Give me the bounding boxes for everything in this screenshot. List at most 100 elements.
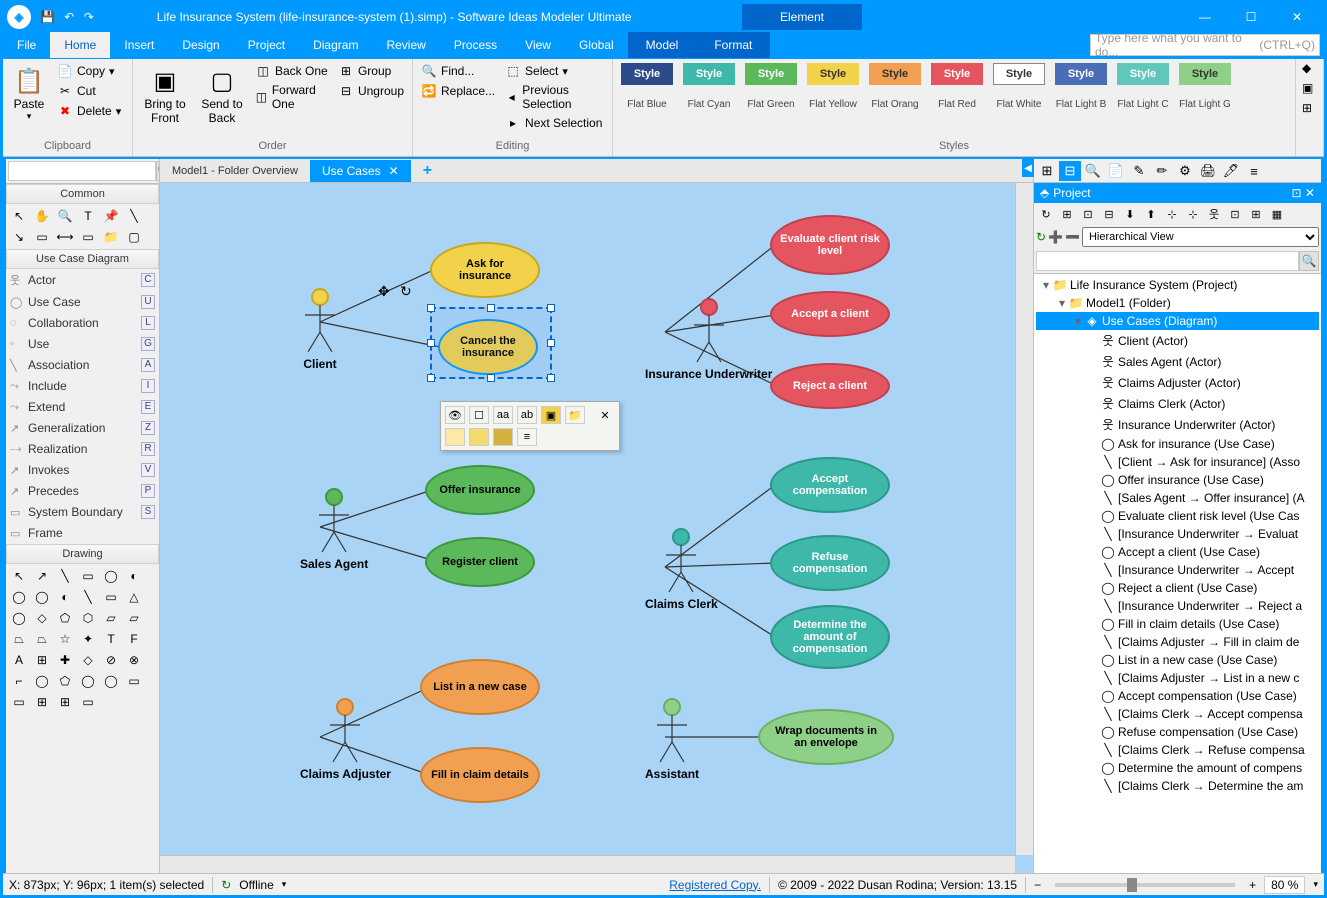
tree-node[interactable]: 웃Sales Agent (Actor) — [1036, 351, 1319, 372]
zoom-slider[interactable] — [1055, 883, 1235, 887]
tree-node[interactable]: ╲[Claims Clerk → Accept compensa — [1036, 705, 1319, 723]
rt-icon-8[interactable]: 🖨 — [1197, 161, 1219, 181]
pointer-tool-icon[interactable]: ↖ — [8, 206, 30, 226]
ribbon-tool-2-icon[interactable]: ▣ — [1302, 81, 1313, 95]
actor-sales-agent[interactable]: Sales Agent — [300, 487, 368, 571]
prev-selection-button[interactable]: ◂Previous Selection — [503, 81, 606, 113]
usecase-ask-for-insurance[interactable]: Ask for insurance — [430, 242, 540, 298]
dim-tool-icon[interactable]: ⟷ — [54, 227, 76, 247]
toolbox-actor[interactable]: 웃ActorC — [6, 269, 159, 292]
tab-model-overview[interactable]: Model1 - Folder Overview — [160, 161, 310, 181]
toolbox-include[interactable]: ⤳IncludeI — [6, 376, 159, 397]
usecase-accept-a-client[interactable]: Accept a client — [770, 291, 890, 337]
style-flat-light-b[interactable]: Style — [1055, 63, 1107, 85]
toolbox-use[interactable]: ◦UseG — [6, 334, 159, 355]
toolbox-precedes[interactable]: ↗PrecedesP — [6, 481, 159, 502]
cut-button[interactable]: ✂Cut — [55, 81, 123, 101]
actor-claims-adjuster[interactable]: Claims Adjuster — [300, 697, 391, 781]
usecase-register-client[interactable]: Register client — [425, 537, 535, 587]
zoom-in-icon[interactable]: + — [1249, 878, 1256, 892]
style-flat-red[interactable]: Style — [931, 63, 983, 85]
usecase-list-in-a-new-case[interactable]: List in a new case — [420, 659, 540, 715]
tree-node[interactable]: ▾◈Use Cases (Diagram) — [1036, 312, 1319, 330]
delete-button[interactable]: ✖Delete ▾ — [55, 101, 123, 121]
draw-arrow-icon[interactable]: ↖ — [8, 566, 30, 586]
rt-icon-1[interactable]: ⊞ — [1036, 161, 1058, 181]
toolbox-generalization[interactable]: ↗GeneralizationZ — [6, 418, 159, 439]
tree-node[interactable]: ╲[Insurance Underwriter → Evaluat — [1036, 525, 1319, 543]
replace-button[interactable]: 🔁Replace... — [419, 81, 497, 101]
style-flat-blue[interactable]: Style — [621, 63, 673, 85]
tree-node[interactable]: ◯List in a new case (Use Case) — [1036, 651, 1319, 669]
remove-icon[interactable]: ➖ — [1065, 230, 1080, 244]
usecase-offer-insurance[interactable]: Offer insurance — [425, 465, 535, 515]
paste-button[interactable]: 📋Paste▾ — [9, 61, 49, 126]
move-icon[interactable]: ✥ — [378, 283, 390, 300]
rt-icon-2[interactable]: ⊟ — [1059, 161, 1081, 181]
usecase-reject-a-client[interactable]: Reject a client — [770, 363, 890, 409]
label-tool-icon[interactable]: ▭ — [31, 227, 53, 247]
tree-node[interactable]: ◯Evaluate client risk level (Use Cas — [1036, 507, 1319, 525]
maximize-button[interactable]: ☐ — [1228, 3, 1274, 31]
usecase-evaluate-client-risk-level[interactable]: Evaluate client risk level — [770, 215, 890, 275]
tree-node[interactable]: 웃Claims Adjuster (Actor) — [1036, 372, 1319, 393]
ctx-swatch-2[interactable] — [469, 428, 489, 446]
tree-node[interactable]: ╲[Claims Clerk → Refuse compensa — [1036, 741, 1319, 759]
collapse-right-icon[interactable]: ◀ — [1022, 159, 1034, 177]
ctx-lines-icon[interactable]: ≡ — [517, 428, 537, 446]
pin-tool-icon[interactable]: 📌 — [100, 206, 122, 226]
toolbox-search[interactable] — [8, 161, 156, 181]
toolbox-use-case[interactable]: ◯Use CaseU — [6, 292, 159, 313]
select-button[interactable]: ⬚Select ▾ — [503, 61, 606, 81]
minimize-button[interactable]: — — [1182, 3, 1228, 31]
back-one-button[interactable]: ◫Back One — [253, 61, 330, 81]
tree-node[interactable]: ◯Fill in claim details (Use Case) — [1036, 615, 1319, 633]
ctx-color-icon[interactable]: ▣ — [541, 406, 561, 424]
rt-icon-4[interactable]: 📄 — [1105, 161, 1127, 181]
close-button[interactable]: ✕ — [1274, 3, 1320, 31]
menu-view[interactable]: View — [511, 32, 565, 58]
ctx-swatch-1[interactable] — [445, 428, 465, 446]
ungroup-button[interactable]: ⊟Ungroup — [336, 81, 406, 101]
tree-node[interactable]: ╲[Client → Ask for insurance] (Asso — [1036, 453, 1319, 471]
menu-global[interactable]: Global — [565, 32, 628, 58]
tree-node[interactable]: ◯Reject a client (Use Case) — [1036, 579, 1319, 597]
ctx-close-icon[interactable]: ✕ — [595, 406, 615, 424]
hand-tool-icon[interactable]: ✋ — [31, 206, 53, 226]
zoom-tool-icon[interactable]: 🔍 — [54, 206, 76, 226]
toolbox-frame[interactable]: ▭Frame — [6, 523, 159, 544]
ctx-txt2-icon[interactable]: ab — [517, 406, 537, 424]
forward-one-button[interactable]: ◫Forward One — [253, 81, 330, 113]
usecase-wrap-documents-in-an-envelope[interactable]: Wrap documents in an envelope — [758, 709, 894, 765]
view-mode-select[interactable]: Hierarchical View — [1082, 227, 1319, 247]
usecase-header[interactable]: Use Case Diagram — [6, 249, 159, 269]
project-search-icon[interactable]: 🔍 — [1299, 251, 1319, 271]
menu-diagram[interactable]: Diagram — [299, 32, 372, 58]
project-search[interactable] — [1036, 251, 1299, 271]
usecase-refuse-compensation[interactable]: Refuse compensation — [770, 535, 890, 591]
tree-node[interactable]: ╲[Insurance Underwriter → Accept — [1036, 561, 1319, 579]
usecase-fill-in-claim-details[interactable]: Fill in claim details — [420, 747, 540, 803]
toolbox-association[interactable]: ╲AssociationA — [6, 355, 159, 376]
note-tool-icon[interactable]: ▢ — [123, 227, 145, 247]
line-tool-icon[interactable]: ╲ — [123, 206, 145, 226]
style-flat-yellow[interactable]: Style — [807, 63, 859, 85]
ctx-text-icon[interactable]: aa — [493, 406, 513, 424]
close-tab-icon[interactable]: ✕ — [389, 164, 399, 178]
bring-to-front-button[interactable]: ▣Bring to Front — [139, 61, 191, 129]
project-panel-header[interactable]: ⬘Project⊡ ✕ — [1034, 183, 1321, 203]
toolbox-invokes[interactable]: ↗InvokesV — [6, 460, 159, 481]
next-selection-button[interactable]: ▸Next Selection — [503, 113, 606, 133]
usecase-determine-the-amount-of-compensation[interactable]: Determine the amount of compensation — [770, 605, 890, 669]
tell-me-search[interactable]: Type here what you want to do... (CTRL+Q… — [1090, 34, 1320, 56]
tree-node[interactable]: ◯Offer insurance (Use Case) — [1036, 471, 1319, 489]
actor-claims-clerk[interactable]: Claims Clerk — [645, 527, 718, 611]
menu-home[interactable]: Home — [50, 32, 110, 58]
menu-review[interactable]: Review — [372, 32, 439, 58]
style-flat-white[interactable]: Style — [993, 63, 1045, 85]
menu-design[interactable]: Design — [168, 32, 233, 58]
tree-node[interactable]: 웃Insurance Underwriter (Actor) — [1036, 414, 1319, 435]
tree-node[interactable]: ◯Accept compensation (Use Case) — [1036, 687, 1319, 705]
menu-insert[interactable]: Insert — [110, 32, 168, 58]
tree-node[interactable]: 웃Claims Clerk (Actor) — [1036, 393, 1319, 414]
